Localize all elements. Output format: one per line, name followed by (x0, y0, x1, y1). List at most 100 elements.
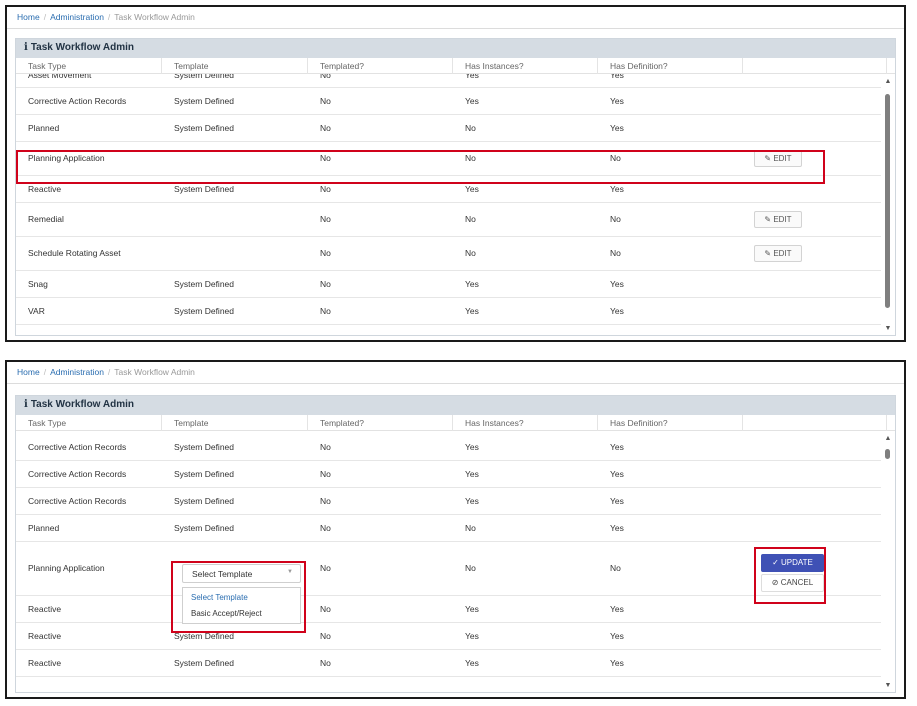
cell-template: System Defined (174, 658, 234, 668)
cell-templated: No (320, 658, 331, 668)
cell-has-definition: Yes (610, 306, 624, 316)
cell-template: System Defined (174, 74, 234, 80)
scroll-down-icon[interactable]: ▼ (881, 682, 895, 689)
cell-task-type: Planning Application (28, 563, 105, 573)
cell-has-instances: No (465, 214, 476, 224)
cell-has-definition: Yes (610, 184, 624, 194)
cell-has-instances: Yes (465, 306, 479, 316)
cell-templated: No (320, 469, 331, 479)
cell-task-type: Corrective Action Records (28, 96, 127, 106)
table-row: Schedule Rotating Asset No No No ✎ EDIT (16, 237, 881, 271)
edit-button[interactable]: ✎ EDIT (754, 245, 802, 262)
cell-task-type: Remedial (28, 214, 64, 224)
column-task-type[interactable]: Task Type (16, 58, 162, 74)
cell-task-type: Asset Movement (28, 74, 92, 80)
breadcrumb: Home / Administration / Task Workflow Admin (7, 7, 904, 29)
task-workflow-box: i Task Workflow Admin Task Type Template … (15, 38, 896, 336)
column-has-instances[interactable]: Has Instances? (453, 58, 598, 74)
column-has-definition[interactable]: Has Definition? (598, 58, 743, 74)
highlight-update-cancel (754, 547, 826, 604)
cell-templated: No (320, 123, 331, 133)
breadcrumb-home[interactable]: Home (17, 12, 40, 22)
breadcrumb-separator: / (43, 367, 47, 377)
breadcrumb-current: Task Workflow Admin (114, 12, 195, 22)
table-row: VAR System Defined No Yes Yes (16, 298, 881, 325)
cell-templated: No (320, 496, 331, 506)
cell-has-definition: Yes (610, 469, 624, 479)
breadcrumb-administration[interactable]: Administration (50, 12, 104, 22)
cell-task-type: Planned (28, 523, 60, 533)
scrollbar[interactable]: ▲ ▼ (881, 431, 895, 692)
panel-title: i Task Workflow Admin (16, 396, 895, 415)
cell-has-definition: Yes (610, 496, 624, 506)
table-row: Reactive System Defined No Yes Yes (16, 623, 881, 650)
cell-has-instances: Yes (465, 184, 479, 194)
column-has-definition[interactable]: Has Definition? (598, 415, 743, 431)
highlight-planning-application-row (16, 150, 825, 184)
cell-task-type: Planned (28, 123, 60, 133)
column-templated[interactable]: Templated? (308, 415, 453, 431)
cell-has-definition: No (610, 563, 621, 573)
cell-template: System Defined (174, 184, 234, 194)
edit-label: EDIT (773, 249, 792, 258)
scrollbar[interactable]: ▲ ▼ (881, 74, 895, 335)
column-templated[interactable]: Templated? (308, 58, 453, 74)
cell-has-definition: Yes (610, 442, 624, 452)
table-row: Asset Movement System Defined No Yes Yes (16, 74, 881, 88)
column-template[interactable]: Template (162, 58, 308, 74)
cell-task-type: Corrective Action Records (28, 469, 127, 479)
table-row: Corrective Action Records System Defined N… (16, 488, 881, 515)
scroll-thumb[interactable] (885, 94, 890, 308)
breadcrumb-separator: / (107, 12, 111, 22)
table-row: Corrective Action Records System Defined N… (16, 434, 881, 461)
breadcrumb-current: Task Workflow Admin (114, 367, 195, 377)
cell-has-definition: Yes (610, 658, 624, 668)
column-template[interactable]: Template (162, 415, 308, 431)
table-row: Planned System Defined No No Yes (16, 515, 881, 542)
cell-templated: No (320, 74, 331, 80)
panel-title: i Task Workflow Admin (16, 39, 895, 58)
cell-has-instances: Yes (465, 442, 479, 452)
table-row: Corrective Action Records System Defined N… (16, 461, 881, 488)
table-row: Corrective Action Records System Defined N… (16, 88, 881, 115)
pencil-icon: ✎ (764, 249, 772, 258)
cell-templated: No (320, 96, 331, 106)
table-row: Snag System Defined No Yes Yes (16, 271, 881, 298)
column-has-instances[interactable]: Has Instances? (453, 415, 598, 431)
table-row: Remedial No No No ✎ EDIT (16, 203, 881, 237)
cell-task-type: Reactive (28, 658, 62, 668)
cell-template: System Defined (174, 123, 234, 133)
scroll-up-icon[interactable]: ▲ (881, 78, 895, 85)
cell-has-definition: Yes (610, 604, 624, 614)
highlight-template-select (171, 561, 306, 633)
cell-has-instances: No (465, 563, 476, 573)
table-row: Planning Application No No No (16, 542, 881, 596)
cell-templated: No (320, 214, 331, 224)
cell-has-instances: Yes (465, 74, 479, 80)
info-icon: i (24, 42, 28, 53)
breadcrumb-home[interactable]: Home (17, 367, 40, 377)
cell-templated: No (320, 248, 331, 258)
cell-template: System Defined (174, 279, 234, 289)
cell-has-definition: No (610, 214, 621, 224)
scroll-down-icon[interactable]: ▼ (881, 325, 895, 332)
edit-button[interactable]: ✎ EDIT (754, 211, 802, 228)
breadcrumb-administration[interactable]: Administration (50, 367, 104, 377)
cell-has-definition: Yes (610, 523, 624, 533)
scroll-up-icon[interactable]: ▲ (881, 435, 895, 442)
cell-task-type: Reactive (28, 631, 62, 641)
cell-has-definition: Yes (610, 96, 624, 106)
cell-has-definition: Yes (610, 74, 624, 80)
cell-templated: No (320, 306, 331, 316)
cell-has-definition: Yes (610, 123, 624, 133)
pencil-icon: ✎ (764, 215, 772, 224)
column-task-type[interactable]: Task Type (16, 415, 162, 431)
cell-has-instances: Yes (465, 96, 479, 106)
panel-title-text: Task Workflow Admin (30, 42, 134, 53)
cell-task-type: Schedule Rotating Asset (28, 248, 121, 258)
task-workflow-panel-view: Home / Administration / Task Workflow Admin … (5, 5, 906, 342)
scroll-thumb[interactable] (885, 449, 890, 459)
cell-has-instances: No (465, 523, 476, 533)
breadcrumb: Home / Administration / Task Workflow Admin (7, 362, 904, 384)
cell-has-instances: Yes (465, 604, 479, 614)
